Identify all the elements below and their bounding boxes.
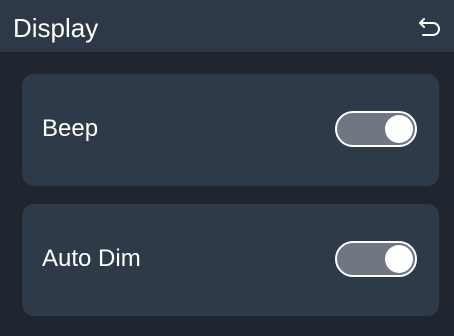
setting-label-beep: Beep: [42, 115, 99, 142]
header-bar: Display: [0, 0, 454, 52]
toggle-knob: [385, 245, 413, 273]
auto-dim-toggle[interactable]: [335, 241, 417, 277]
back-button[interactable]: [416, 14, 444, 40]
display-settings-screen: Display Beep Auto Dim: [0, 0, 454, 336]
toggle-knob: [385, 115, 413, 143]
setting-label-auto-dim: Auto Dim: [42, 245, 141, 272]
back-arrow-icon: [419, 18, 440, 36]
setting-card-auto-dim: Auto Dim: [22, 204, 439, 316]
beep-toggle[interactable]: [335, 111, 417, 147]
setting-card-beep: Beep: [22, 74, 439, 186]
page-title: Display: [13, 13, 99, 43]
